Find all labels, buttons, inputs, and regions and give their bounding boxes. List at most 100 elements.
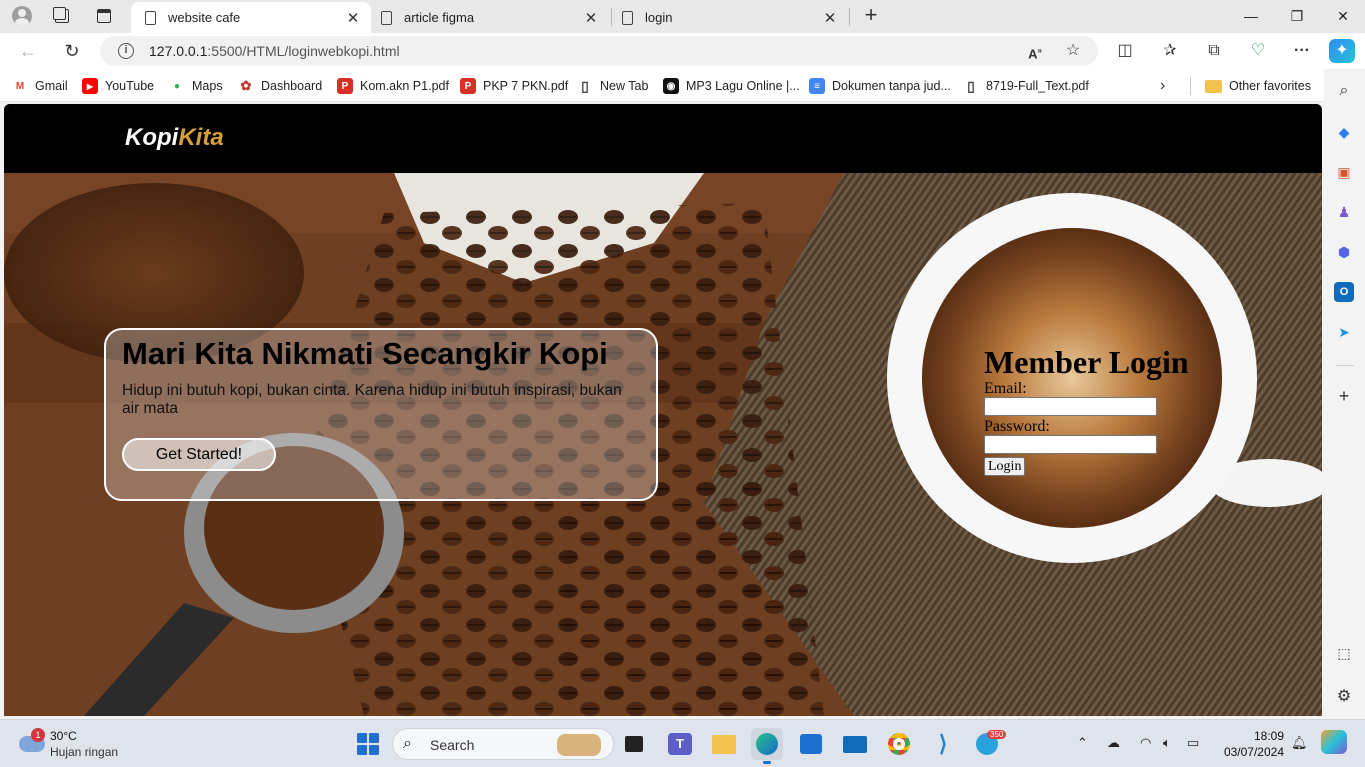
search-label: Search: [430, 737, 475, 753]
favorites-icon[interactable]: ✰: [1156, 39, 1184, 63]
favorite-gmail[interactable]: M Gmail: [12, 76, 68, 96]
tools-icon[interactable]: ▣: [1334, 162, 1354, 182]
favorite-new-tab[interactable]: ▯ New Tab: [577, 76, 648, 96]
taskbar-search[interactable]: ⌕ Search: [392, 728, 614, 760]
site-info-icon[interactable]: i: [118, 43, 134, 59]
add-icon[interactable]: +: [1334, 386, 1354, 406]
favorites-divider: [1190, 77, 1191, 95]
copilot-icon[interactable]: ✦: [1329, 39, 1355, 63]
url-path: :5500/HTML/loginwebkopi.html: [207, 43, 400, 59]
password-field[interactable]: [984, 435, 1157, 454]
favorite-youtube[interactable]: ▶ YouTube: [82, 76, 154, 96]
chevron-right-icon[interactable]: ›: [1160, 77, 1165, 95]
dashboard-icon: ✿: [240, 78, 252, 93]
chrome-icon[interactable]: [883, 728, 915, 760]
notification-bell-icon[interactable]: 🔔︎: [1291, 735, 1308, 751]
edge-sidebar: ⌕ ◆ ▣ ♟ ⬢ O ➤ + ⬚ ⚙: [1324, 69, 1365, 718]
active-indicator: [763, 761, 771, 764]
web-page-viewport: KopiKita Mari Kita Nikmati Secangkir Kop…: [4, 104, 1322, 716]
search-icon[interactable]: ⌕: [1334, 81, 1354, 101]
send-icon[interactable]: ➤: [1334, 322, 1354, 342]
tab-login[interactable]: login ✕: [612, 2, 848, 33]
tab-divider: [849, 8, 850, 26]
mail-icon[interactable]: [839, 728, 871, 760]
profile-icon[interactable]: [10, 5, 34, 27]
favorite-star-icon[interactable]: ☆: [1060, 39, 1086, 63]
music-icon: ◉: [663, 78, 679, 94]
tab-label: website cafe: [168, 10, 241, 25]
read-aloud-icon[interactable]: A»: [1022, 39, 1048, 63]
hero-card: Mari Kita Nikmati Secangkir Kopi Hidup i…: [104, 328, 658, 501]
workspaces-icon[interactable]: [50, 5, 74, 27]
tab-close-icon[interactable]: ✕: [579, 9, 603, 27]
windows-logo-icon: [357, 733, 379, 755]
task-view-icon[interactable]: [618, 728, 650, 760]
hero-text: Hidup ini butuh kopi, bukan cinta. Karen…: [122, 382, 622, 417]
favorite-label: Dokumen tanpa jud...: [832, 79, 951, 93]
favorites-bar: M Gmail ▶ YouTube ● Maps ✿ Dashboard P Kom.ak…: [0, 69, 1324, 102]
favorite-dokumen[interactable]: ≡ Dokumen tanpa jud...: [809, 76, 951, 96]
chevron-up-icon[interactable]: ⌃: [1077, 735, 1088, 751]
favorite-mp3[interactable]: ◉ MP3 Lagu Online |...: [663, 76, 800, 96]
site-logo[interactable]: KopiKita: [125, 124, 224, 152]
tab-actions-icon[interactable]: [92, 5, 116, 27]
outlook-icon[interactable]: O: [1334, 282, 1354, 302]
browser-toolbar: ← ↻ i 127.0.0.1:5500/HTML/loginwebkopi.h…: [0, 33, 1365, 69]
tab-article-figma[interactable]: article figma ✕: [379, 2, 609, 33]
shopping-tag-icon[interactable]: ◆: [1334, 122, 1354, 142]
gear-icon[interactable]: ⚙: [1334, 687, 1354, 707]
browser-essentials-icon[interactable]: ♡: [1244, 39, 1272, 63]
favorite-8719[interactable]: ▯ 8719-Full_Text.pdf: [963, 76, 1089, 96]
minimize-button[interactable]: —: [1228, 3, 1274, 29]
other-favorites[interactable]: Other favorites: [1205, 76, 1311, 96]
reload-icon[interactable]: ↻: [59, 39, 85, 63]
system-clock[interactable]: 18:09 03/07/2024: [1218, 728, 1284, 760]
copilot-preview-icon[interactable]: [1321, 730, 1347, 754]
weather-widget[interactable]: 1 30°C Hujan ringan: [15, 728, 135, 760]
favorite-kom-akn[interactable]: P Kom.akn P1.pdf: [337, 76, 449, 96]
tab-website-cafe[interactable]: website cafe ✕: [131, 2, 371, 33]
search-highlight-icon: [557, 734, 601, 756]
edge-browser-icon[interactable]: [751, 728, 783, 764]
start-button[interactable]: [352, 728, 384, 760]
split-screen-icon[interactable]: ◫: [1111, 39, 1139, 63]
restore-button[interactable]: ❐: [1274, 3, 1320, 29]
clock-time: 18:09: [1253, 729, 1284, 743]
teams-icon[interactable]: T: [664, 728, 696, 760]
weather-badge: 1: [31, 728, 45, 742]
member-login-form: Member Login Email: Password: Login: [984, 344, 1204, 476]
email-field[interactable]: [984, 397, 1157, 416]
settings-more-icon[interactable]: ···: [1288, 39, 1316, 63]
login-title: Member Login: [984, 344, 1189, 380]
vscode-icon[interactable]: ⟩: [927, 728, 959, 760]
login-button[interactable]: Login: [984, 457, 1026, 476]
tab-close-icon[interactable]: ✕: [341, 9, 365, 27]
favorite-label: YouTube: [105, 79, 155, 93]
favorite-dashboard[interactable]: ✿ Dashboard: [238, 76, 323, 96]
search-icon: ⌕: [403, 735, 412, 752]
wifi-icon[interactable]: ◠: [1140, 735, 1151, 751]
youtube-icon: ▶: [82, 78, 98, 94]
favorite-label: Kom.akn P1.pdf: [360, 79, 449, 93]
close-window-button[interactable]: ✕: [1320, 3, 1365, 29]
new-tab-button[interactable]: +: [858, 4, 884, 28]
page-icon: [381, 10, 392, 25]
battery-icon[interactable]: ▭: [1187, 735, 1199, 751]
url-text[interactable]: 127.0.0.1:5500/HTML/loginwebkopi.html: [149, 43, 400, 59]
screenshot-icon[interactable]: ⬚: [1334, 643, 1354, 663]
docs-icon: ≡: [809, 78, 825, 94]
m365-icon[interactable]: ⬢: [1334, 242, 1354, 262]
games-icon[interactable]: ♟: [1334, 202, 1354, 222]
address-bar[interactable]: i 127.0.0.1:5500/HTML/loginwebkopi.html …: [100, 36, 1098, 66]
tab-label: login: [645, 10, 673, 25]
collections-icon[interactable]: ⧉: [1200, 39, 1228, 63]
back-arrow-icon[interactable]: ←: [15, 39, 41, 63]
file-explorer-icon[interactable]: [708, 728, 740, 760]
get-started-button[interactable]: Get Started!: [122, 438, 276, 471]
favorite-maps[interactable]: ● Maps: [169, 76, 223, 96]
onedrive-icon[interactable]: ☁: [1107, 735, 1120, 751]
favorite-pkp7[interactable]: P PKP 7 PKN.pdf: [460, 76, 568, 96]
store-icon[interactable]: [795, 728, 827, 760]
tab-close-icon[interactable]: ✕: [818, 9, 842, 27]
volume-icon[interactable]: 🔈︎: [1163, 735, 1171, 751]
